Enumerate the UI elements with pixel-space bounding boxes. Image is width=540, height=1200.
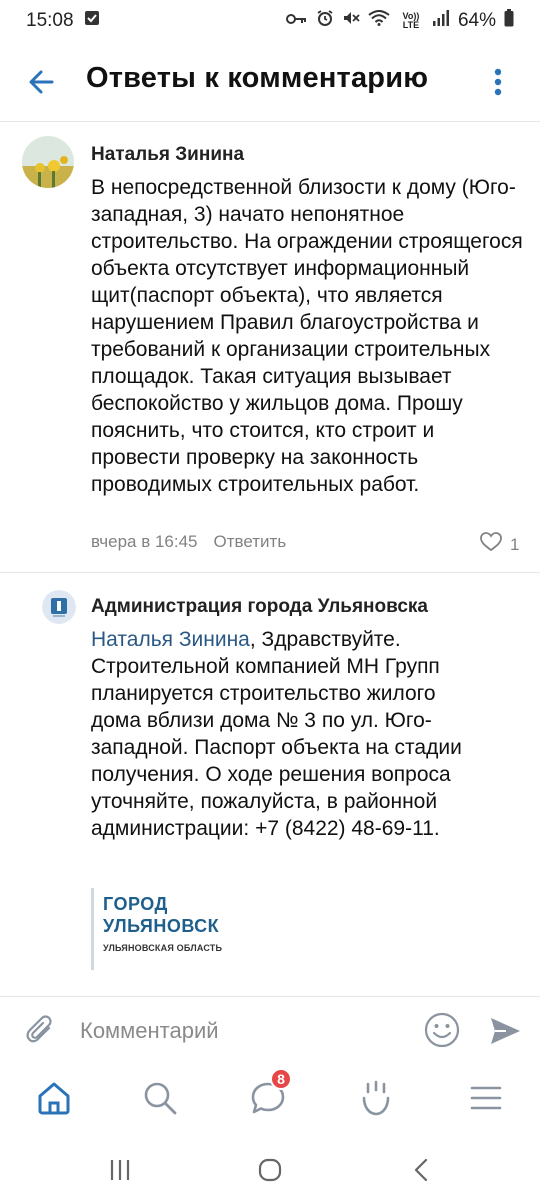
comment-divider (0, 572, 540, 573)
signal-icon (432, 10, 450, 32)
status-bar: 15:08 Vo)) LTE 64% (0, 0, 540, 42)
recents-icon[interactable] (106, 1156, 134, 1184)
volte-icon: Vo)) LTE (402, 11, 420, 30)
back-chevron-icon[interactable] (408, 1156, 436, 1184)
comment-body: , Здравствуйте. Строительной компанией М… (91, 628, 462, 840)
mute-icon (342, 9, 360, 33)
emoji-icon[interactable] (424, 1012, 460, 1048)
composer-divider (0, 996, 540, 997)
comment-composer (0, 998, 540, 1064)
menu-icon[interactable] (466, 1078, 506, 1118)
bottom-nav: 8 (0, 1066, 540, 1136)
comment-text: В непосредственной близости к дому (Юго-… (91, 176, 523, 496)
page-title: Ответы к комментарию (86, 62, 429, 94)
search-icon[interactable] (140, 1078, 180, 1118)
avatar[interactable] (22, 136, 74, 188)
messages-icon[interactable]: 8 (248, 1068, 292, 1118)
attachment-image[interactable]: ГОРОД УЛЬЯНОВСК УЛЬЯНОВСКАЯ ОБЛАСТЬ (91, 886, 251, 972)
battery-percent: 64% (457, 10, 496, 31)
wifi-icon (368, 10, 390, 32)
like-count: 1 (510, 534, 520, 554)
more-vertical-icon[interactable] (486, 62, 510, 102)
comment-author[interactable]: Администрация города Ульяновска (91, 596, 428, 618)
comment-input[interactable] (80, 1014, 400, 1048)
alarm-icon (316, 9, 334, 33)
comment-item: Наталья Зинина В непосредственной близос… (0, 122, 540, 582)
reply-button[interactable]: Ответить (214, 532, 287, 552)
battery-icon (504, 9, 514, 33)
comment-author[interactable]: Наталья Зинина (91, 144, 244, 166)
avatar[interactable] (42, 590, 76, 624)
notifications-icon[interactable] (356, 1078, 396, 1118)
logo-line-1: ГОРОД (103, 894, 168, 914)
comment-time: вчера в 16:45 (91, 532, 198, 551)
paperclip-icon[interactable] (24, 1014, 58, 1048)
like-button[interactable]: 1 (480, 532, 519, 557)
logo-line-2: УЛЬЯНОВСК (103, 916, 220, 936)
back-arrow-icon[interactable] (24, 64, 60, 100)
mention-link[interactable]: Наталья Зинина (91, 628, 250, 651)
home-icon[interactable] (34, 1078, 74, 1118)
app-header: Ответы к комментарию (0, 42, 540, 120)
comment-item: Администрация города Ульяновска Наталья … (0, 582, 540, 992)
messages-badge: 8 (270, 1068, 292, 1090)
gallery-check-icon (84, 10, 100, 32)
comment-meta: вчера в 16:45 Ответить (91, 532, 286, 552)
status-time: 15:08 (26, 10, 74, 31)
key-icon (285, 10, 308, 32)
comment-text: Наталья Зинина, Здравствуйте. Строительн… (91, 626, 491, 842)
home-circle-icon[interactable] (256, 1156, 284, 1184)
logo-bar (91, 888, 94, 970)
send-icon[interactable] (488, 1014, 522, 1048)
logo-subtitle: УЛЬЯНОВСКАЯ ОБЛАСТЬ (103, 943, 223, 953)
system-nav (0, 1138, 540, 1200)
heart-icon (480, 532, 502, 557)
